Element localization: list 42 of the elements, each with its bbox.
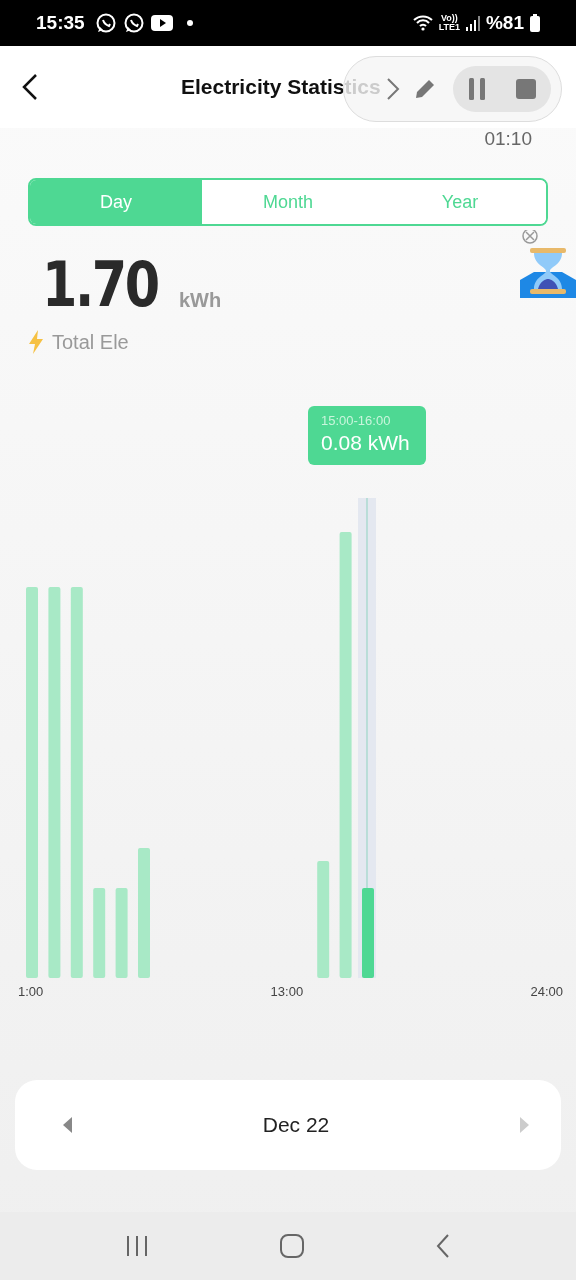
battery-percent: %81: [485, 12, 524, 34]
video-icon: [150, 15, 173, 31]
chart-bar[interactable]: [93, 888, 106, 978]
battery-icon: [530, 14, 540, 32]
axis-label: 1:00: [18, 984, 44, 999]
back-icon[interactable]: [20, 73, 40, 101]
chart-bar[interactable]: [339, 532, 352, 978]
date-label: Dec 22: [262, 1113, 330, 1137]
back-nav-icon[interactable]: [436, 1234, 450, 1258]
chart-bar[interactable]: [26, 587, 38, 978]
recent-apps-icon[interactable]: [126, 1236, 148, 1256]
period-tab[interactable]: Day: [30, 180, 202, 224]
chart-bar[interactable]: [48, 587, 61, 978]
status-time: 15:35: [36, 12, 85, 34]
total-label: Total Ele: [52, 330, 129, 354]
chart-bar[interactable]: [138, 848, 150, 978]
total-unit: kWh: [179, 289, 222, 312]
chat-icon: [94, 12, 117, 34]
stop-icon[interactable]: [516, 79, 536, 99]
chart-bar[interactable]: [70, 587, 83, 978]
chart-bar[interactable]: [317, 861, 330, 978]
next-icon[interactable]: [519, 1117, 529, 1133]
tooltip-value: 0.08 kWh: [321, 431, 411, 455]
pause-icon[interactable]: [468, 78, 486, 100]
tooltip-range: 15:00-16:00: [321, 413, 392, 428]
axis-label: 24:00: [530, 984, 563, 999]
chart-bar[interactable]: [115, 888, 128, 978]
previous-icon[interactable]: [63, 1117, 73, 1133]
chevron-right-icon[interactable]: [386, 77, 400, 101]
volte-label: Vo)): [440, 14, 458, 23]
lte-label: LTE1: [438, 23, 460, 32]
chat-icon: [122, 12, 145, 34]
home-icon[interactable]: [280, 1234, 304, 1258]
axis-label: 13:00: [270, 984, 304, 999]
signal-icon: [465, 15, 480, 31]
total-value: 1.70: [42, 254, 158, 316]
dot-icon: [186, 20, 193, 26]
recording-timer: 01:10: [483, 128, 533, 151]
wifi-icon: [412, 15, 433, 31]
lightning-icon: [28, 330, 44, 354]
hourglass-icon[interactable]: [520, 230, 576, 298]
selected-bar[interactable]: [362, 888, 374, 978]
